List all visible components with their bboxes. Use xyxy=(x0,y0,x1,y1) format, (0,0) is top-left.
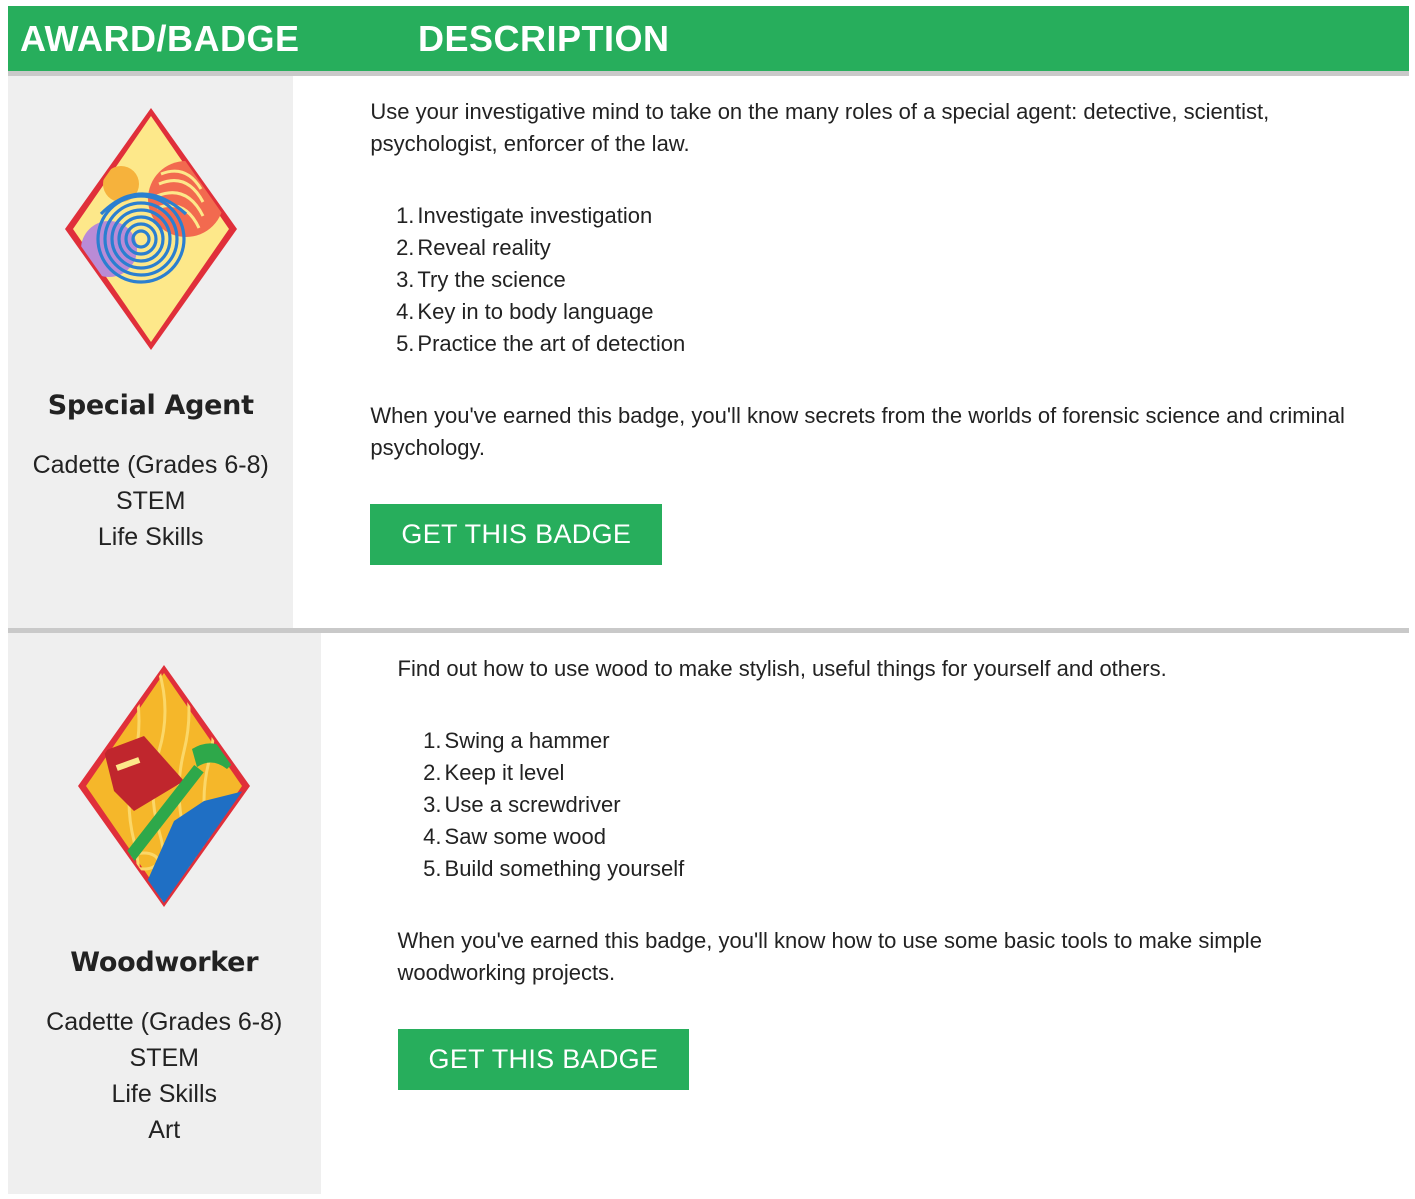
badge-category: STEM xyxy=(115,487,186,515)
badge-table: AWARD/BADGE DESCRIPTION Special Agent Ca… xyxy=(8,6,1409,1199)
table-header: AWARD/BADGE DESCRIPTION xyxy=(8,6,1409,76)
badge-name: Woodworker xyxy=(70,947,259,978)
list-item: 3. Try the science xyxy=(396,267,566,292)
list-item: 1. Investigate investigation xyxy=(396,203,653,228)
badge-category: Life Skills xyxy=(111,1080,218,1108)
badge-level: Cadette (Grades 6-8) xyxy=(46,1008,283,1036)
badge-level: Cadette (Grades 6-8) xyxy=(32,451,269,479)
badge-intro: Use your investigative mind to take on t… xyxy=(370,99,1270,156)
badge-summary-panel: Woodworker Cadette (Grades 6-8) STEM Lif… xyxy=(8,633,321,1194)
header-award-badge: AWARD/BADGE xyxy=(20,17,300,59)
badge-steps: 1. Investigate investigation 2. Reveal rea… xyxy=(370,200,1389,360)
badge-summary-panel: Special Agent Cadette (Grades 6-8) STEM … xyxy=(8,76,294,628)
badge-steps: 1. Swing a hammer 2. Keep it level 3. Use a… xyxy=(398,725,1389,885)
list-item: 3. Use a screwdriver xyxy=(423,792,621,817)
get-this-badge-button[interactable]: GET THIS BADGE xyxy=(370,504,663,565)
badge-meta: Cadette (Grades 6-8) STEM Life Skills xyxy=(33,447,269,555)
badge-description: Use your investigative mind to take on t… xyxy=(293,76,1409,628)
badge-outro: When you've earned this badge, you'll kn… xyxy=(397,928,1262,985)
badge-description: Find out how to use wood to make stylish… xyxy=(321,633,1409,1194)
badge-intro: Find out how to use wood to make stylish… xyxy=(397,656,1167,681)
badge-name: Special Agent xyxy=(47,390,254,421)
hammer-saw-badge-icon xyxy=(78,665,251,907)
list-item: 5. Build something yourself xyxy=(423,856,685,881)
badge-outro: When you've earned this badge, you'll kn… xyxy=(370,403,1345,460)
badge-category: STEM xyxy=(129,1044,199,1072)
list-item: 4. Saw some wood xyxy=(423,824,606,849)
list-item: 2. Reveal reality xyxy=(396,235,551,260)
header-description: DESCRIPTION xyxy=(418,17,670,59)
list-item: 5. Practice the art of detection xyxy=(396,331,686,356)
table-row: Special Agent Cadette (Grades 6-8) STEM … xyxy=(8,76,1409,633)
fingerprint-badge-icon xyxy=(64,108,237,350)
list-item: 2. Keep it level xyxy=(423,760,565,785)
get-this-badge-button[interactable]: GET THIS BADGE xyxy=(397,1029,690,1090)
badge-category: Life Skills xyxy=(97,523,204,551)
list-item: 4. Key in to body language xyxy=(396,299,654,324)
list-item: 1. Swing a hammer xyxy=(423,728,610,753)
badge-meta: Cadette (Grades 6-8) STEM Life Skills Ar… xyxy=(46,1004,282,1148)
table-row: Woodworker Cadette (Grades 6-8) STEM Lif… xyxy=(8,633,1409,1194)
badge-category: Art xyxy=(148,1116,181,1144)
